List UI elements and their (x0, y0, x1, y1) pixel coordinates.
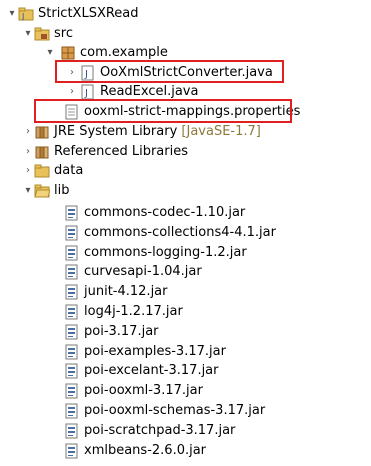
svg-text:J: J (84, 88, 88, 99)
jar-file-icon (65, 205, 78, 221)
jar-file-label: xmlbeans-2.6.0.jar (84, 442, 207, 458)
chevron-down-icon[interactable]: ▾ (22, 181, 34, 201)
chevron-right-icon[interactable]: › (22, 122, 34, 142)
jar-file-label: poi-examples-3.17.jar (84, 343, 226, 359)
jar-file-label: commons-logging-1.2.jar (84, 244, 247, 260)
jar-file-icon (65, 383, 78, 399)
library-icon (35, 146, 49, 159)
jar-file-label: curvesapi-1.04.jar (84, 264, 202, 280)
jar-file-label: log4j-1.2.17.jar (84, 304, 183, 319)
jre-version-tag: [JavaSE-1.7] (181, 124, 261, 139)
jre-label: JRE System Library (54, 124, 178, 139)
src-label: src (54, 26, 73, 41)
jar-file-label: commons-codec-1.10.jar (84, 205, 246, 220)
chevron-down-icon[interactable]: ▾ (6, 4, 18, 24)
chevron-down-icon[interactable]: ▾ (22, 24, 34, 44)
jar-file-icon (65, 284, 78, 300)
jar-file-icon (65, 344, 78, 360)
highlight-box-converter (55, 60, 284, 83)
jar-file-label: commons-collections4-4.1.jar (84, 224, 276, 240)
jar-file-icon (65, 245, 78, 261)
source-folder-icon (34, 27, 50, 41)
jar-file-label: poi-3.17.jar (84, 323, 159, 339)
library-icon (35, 126, 49, 139)
jar-file-label: poi-ooxml-3.17.jar (84, 383, 203, 399)
highlight-box-properties (34, 99, 292, 123)
java-file-icon: J (81, 84, 94, 100)
jar-file-icon (65, 443, 78, 459)
java-project-icon: J (18, 7, 34, 21)
jar-file-label: poi-ooxml-schemas-3.17.jar (84, 403, 266, 418)
jar-file-icon (65, 225, 78, 241)
chevron-right-icon[interactable]: › (22, 142, 34, 162)
jar-file-icon (65, 403, 78, 419)
jar-file-icon (65, 423, 78, 439)
jar-file-icon (65, 363, 78, 379)
svg-text:J: J (21, 12, 24, 21)
jar-file-label: junit-4.12.jar (84, 284, 168, 300)
referenced-libraries-label: Referenced Libraries (54, 144, 188, 159)
jar-file-icon (65, 264, 78, 280)
jar-file-label: poi-scratchpad-3.17.jar (84, 422, 236, 438)
folder-icon (34, 164, 50, 178)
chevron-right-icon[interactable]: › (22, 161, 34, 181)
package-icon (61, 46, 75, 60)
project-label: StrictXLSXRead (38, 6, 139, 21)
lib-folder-label: lib (54, 183, 70, 198)
open-folder-icon (34, 184, 50, 198)
jar-file-icon (65, 324, 78, 340)
project-explorer-tree: ▾ J StrictXLSXRead ▾ src ▾ com.example › (0, 0, 371, 466)
jar-file-icon (65, 304, 78, 320)
data-folder-label: data (54, 163, 84, 178)
jar-file-label: poi-excelant-3.17.jar (84, 363, 219, 379)
